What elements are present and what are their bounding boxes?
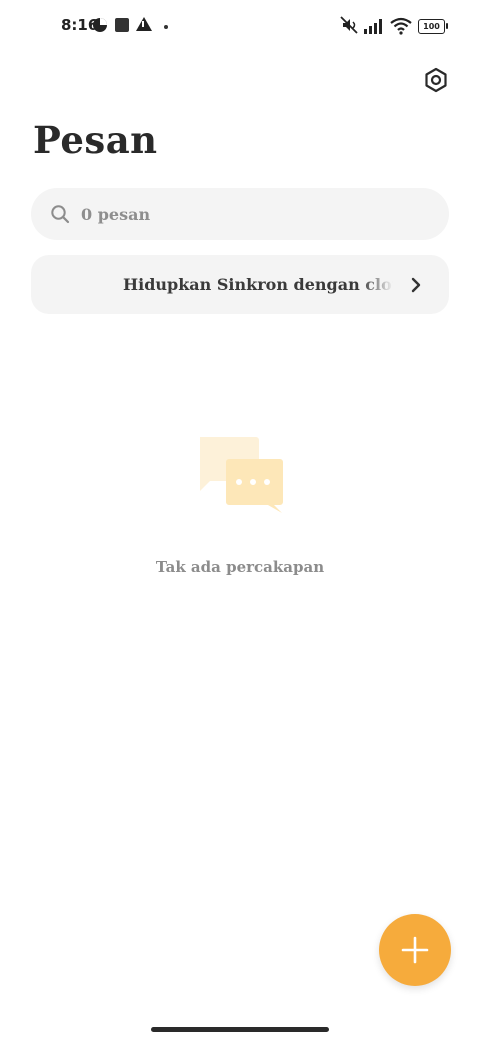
dot-icon bbox=[164, 25, 168, 29]
battery-icon: 100 bbox=[418, 19, 448, 34]
home-indicator[interactable] bbox=[151, 1027, 329, 1032]
search-bar[interactable] bbox=[31, 188, 449, 240]
signal-icon bbox=[364, 19, 382, 34]
settings-button[interactable] bbox=[422, 66, 450, 94]
new-message-button[interactable] bbox=[379, 914, 451, 986]
battery-level: 100 bbox=[418, 19, 445, 34]
status-bar: 8:16 100 bbox=[0, 0, 480, 56]
empty-chat-icon bbox=[200, 437, 283, 513]
mute-icon bbox=[340, 16, 358, 34]
plus-icon bbox=[401, 936, 429, 964]
cloud-sync-banner[interactable]: Hidupkan Sinkron dengan cloud untuk bbox=[31, 255, 449, 314]
square-notification-icon bbox=[115, 18, 129, 32]
cloud-sync-text: Hidupkan Sinkron dengan cloud untuk bbox=[123, 275, 393, 294]
settings-icon bbox=[425, 67, 447, 93]
alert-icon bbox=[136, 17, 152, 31]
empty-state-message: Tak ada percakapan bbox=[155, 558, 325, 576]
chevron-right-icon bbox=[411, 277, 421, 293]
data-saver-icon bbox=[93, 18, 107, 32]
page-title: Pesan bbox=[33, 118, 158, 162]
wifi-icon bbox=[390, 17, 412, 35]
alert-mark bbox=[142, 21, 144, 27]
search-icon bbox=[51, 205, 70, 224]
search-input[interactable] bbox=[81, 188, 421, 240]
